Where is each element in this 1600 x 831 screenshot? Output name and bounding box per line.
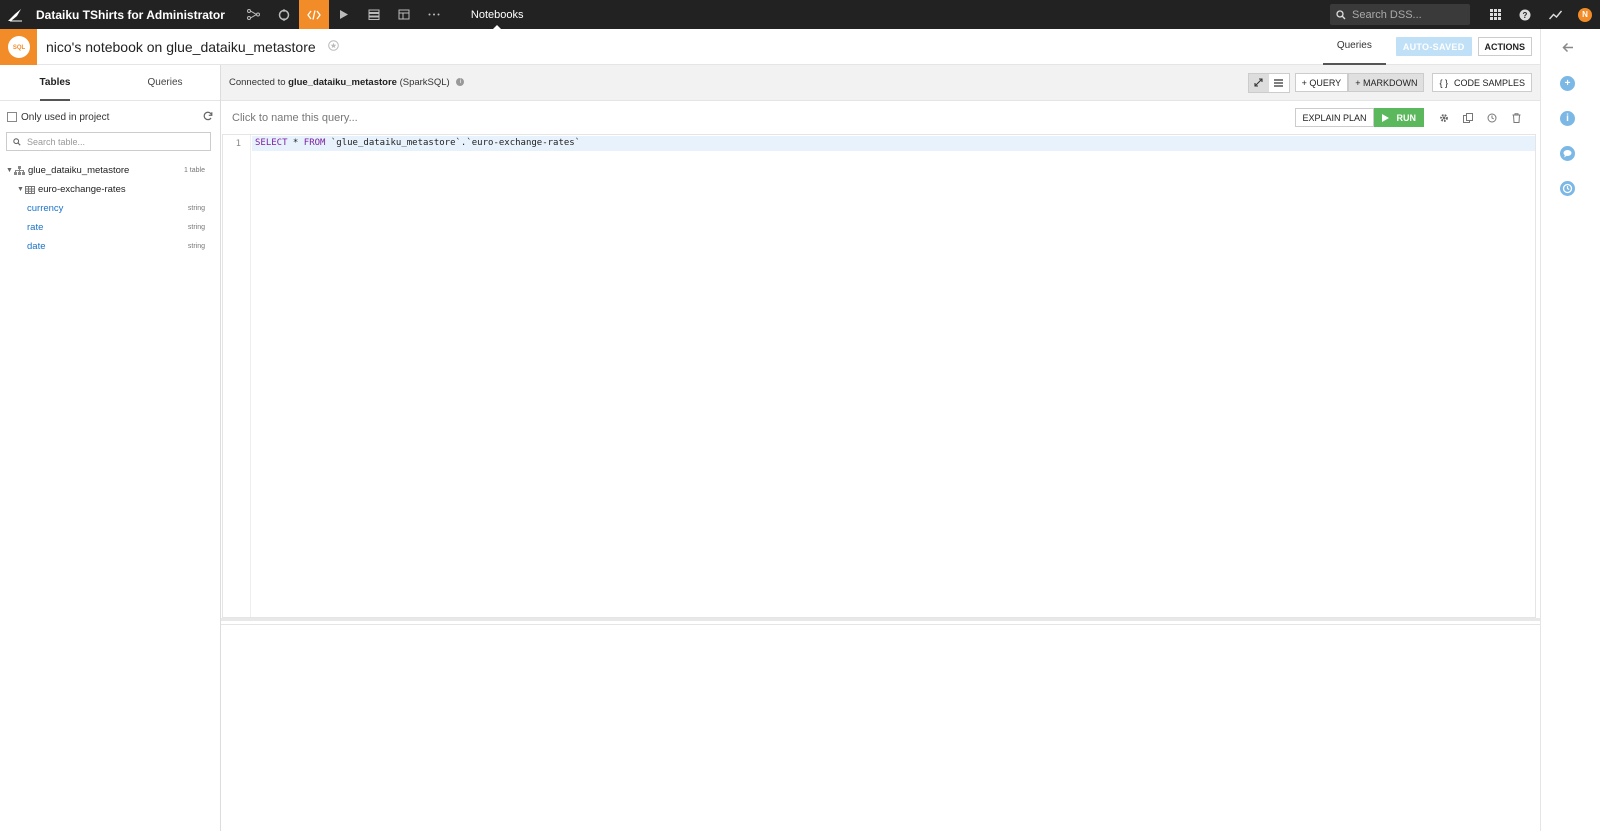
expand-caret-icon[interactable]: ▼ — [17, 186, 24, 193]
settings-gear-icon[interactable] — [1432, 113, 1456, 123]
search-icon — [13, 137, 21, 146]
tab-queries-list[interactable]: Queries — [110, 65, 220, 100]
explain-plan-button[interactable]: EXPLAIN PLAN — [1295, 108, 1374, 127]
delete-trash-icon[interactable] — [1504, 112, 1528, 123]
add-plus-icon[interactable]: + — [1559, 75, 1576, 92]
column-type: string — [187, 243, 205, 250]
sql-keyword: FROM — [303, 138, 326, 148]
database-name: glue_dataiku_metastore — [27, 165, 130, 176]
query-results-area — [221, 624, 1540, 814]
notebook-toolbar: Connected to glue_dataiku_metastore (Spa… — [221, 65, 1540, 101]
column-type: string — [187, 205, 205, 212]
more-icon[interactable] — [419, 0, 449, 29]
tab-tables[interactable]: Tables — [0, 65, 110, 101]
add-query-button[interactable]: + QUERY — [1294, 73, 1349, 92]
history-icon[interactable] — [1480, 113, 1504, 123]
sql-table-ref: `glue_dataiku_metastore`.`euro-exchange-… — [325, 138, 581, 148]
column-name: rate — [27, 222, 44, 233]
sql-code-editor[interactable]: 1 SELECT * FROM `glue_dataiku_metastore`… — [222, 134, 1536, 618]
tree-table-row[interactable]: ▼ euro-exchange-rates — [0, 180, 220, 199]
only-used-checkbox[interactable] — [7, 112, 17, 122]
connection-info-icon[interactable]: i — [456, 78, 465, 87]
line-number: 1 — [235, 139, 241, 149]
column-name: currency — [27, 203, 64, 214]
search-placeholder: Search DSS... — [1352, 8, 1422, 21]
flow-icon[interactable] — [239, 0, 269, 29]
play-icon — [1381, 113, 1389, 122]
connection-type: (SparkSQL) — [399, 77, 450, 88]
sql-star: * — [287, 138, 304, 148]
search-icon — [1336, 9, 1346, 19]
code-icon[interactable] — [298, 0, 329, 29]
braces-icon: { } — [1439, 77, 1448, 88]
column-row[interactable]: date string — [0, 237, 220, 256]
connection-name: glue_dataiku_metastore — [288, 77, 397, 88]
auto-saved-button[interactable]: AUTO-SAVED — [1395, 37, 1472, 56]
duplicate-icon[interactable] — [1456, 112, 1480, 123]
column-type: string — [187, 224, 205, 231]
info-icon[interactable]: i — [1559, 110, 1576, 127]
activity-trend-icon[interactable] — [1540, 0, 1570, 29]
table-grid-icon — [24, 185, 35, 194]
help-icon[interactable]: ? — [1510, 0, 1540, 29]
line-gutter: 1 — [223, 135, 251, 617]
connection-info: Connected to glue_dataiku_metastore (Spa… — [229, 77, 465, 88]
right-rail: + i — [1540, 29, 1600, 831]
table-name: euro-exchange-rates — [37, 184, 126, 195]
sql-keyword: SELECT — [255, 138, 288, 148]
project-title[interactable]: Dataiku TShirts for Administrator — [36, 8, 225, 22]
play-icon[interactable] — [329, 0, 359, 29]
expand-view-icon[interactable] — [1248, 73, 1269, 92]
table-search-placeholder: Search table... — [27, 136, 86, 147]
only-used-label: Only used in project — [21, 111, 110, 123]
tab-queries[interactable]: Queries — [1322, 29, 1386, 65]
query-name-field[interactable]: Click to name this query... — [232, 112, 358, 124]
code-samples-label: CODE SAMPLES — [1453, 77, 1525, 88]
connected-prefix: Connected to — [229, 77, 286, 88]
expand-caret-icon[interactable]: ▼ — [6, 167, 13, 174]
dashboard-icon[interactable] — [389, 0, 419, 29]
notebooks-section-label[interactable]: Notebooks — [471, 0, 524, 29]
dataiku-logo-icon[interactable] — [0, 0, 30, 29]
column-name: date — [27, 241, 46, 252]
svg-text:?: ? — [1523, 11, 1528, 20]
notebook-type-icon: SQL — [0, 28, 37, 65]
run-label: RUN — [1396, 112, 1417, 123]
run-button[interactable]: RUN — [1373, 108, 1424, 127]
code-samples-button[interactable]: { } CODE SAMPLES — [1432, 73, 1532, 92]
top-navbar: Dataiku TShirts for Administrator Notebo… — [0, 0, 1600, 29]
code-line[interactable]: SELECT * FROM `glue_dataiku_metastore`.`… — [252, 136, 1535, 151]
history-clock-icon[interactable] — [1559, 180, 1576, 197]
list-view-icon[interactable] — [1268, 73, 1289, 92]
table-search-input[interactable]: Search table... — [6, 132, 211, 151]
refresh-icon[interactable] — [203, 111, 213, 124]
add-markdown-button[interactable]: + MARKDOWN — [1348, 73, 1425, 92]
database-hierarchy-icon — [13, 166, 25, 175]
apps-grid-icon[interactable] — [1480, 0, 1510, 29]
actions-button[interactable]: ACTIONS — [1477, 37, 1532, 56]
discussion-icon[interactable] — [1559, 145, 1576, 162]
table-count: 1 table — [183, 167, 205, 174]
collapse-arrow-icon[interactable] — [1559, 39, 1576, 56]
favorite-star-icon[interactable] — [327, 39, 339, 54]
cycle-icon[interactable] — [269, 0, 299, 29]
query-cell: Click to name this query... EXPLAIN PLAN… — [221, 101, 1540, 621]
global-search-input[interactable]: Search DSS... — [1330, 4, 1470, 25]
view-mode-toggle — [1247, 72, 1290, 93]
column-row[interactable]: currency string — [0, 199, 220, 218]
notebook-header: SQL nico's notebook on glue_dataiku_meta… — [0, 28, 1540, 65]
tree-database-row[interactable]: ▼ glue_dataiku_metastore 1 table — [0, 161, 220, 180]
sql-notebook-icon: SQL — [7, 35, 30, 58]
column-row[interactable]: rate string — [0, 218, 220, 237]
user-avatar[interactable]: N — [1570, 0, 1600, 29]
svg-text:SQL: SQL — [12, 45, 25, 51]
dataset-icon[interactable] — [359, 0, 389, 29]
avatar-initial: N — [1578, 7, 1592, 22]
table-tree: ▼ glue_dataiku_metastore 1 table ▼ euro-… — [0, 161, 220, 256]
notebook-title[interactable]: nico's notebook on glue_dataiku_metastor… — [46, 39, 316, 55]
tables-panel: Tables Queries Only used in project Sear… — [0, 65, 221, 831]
